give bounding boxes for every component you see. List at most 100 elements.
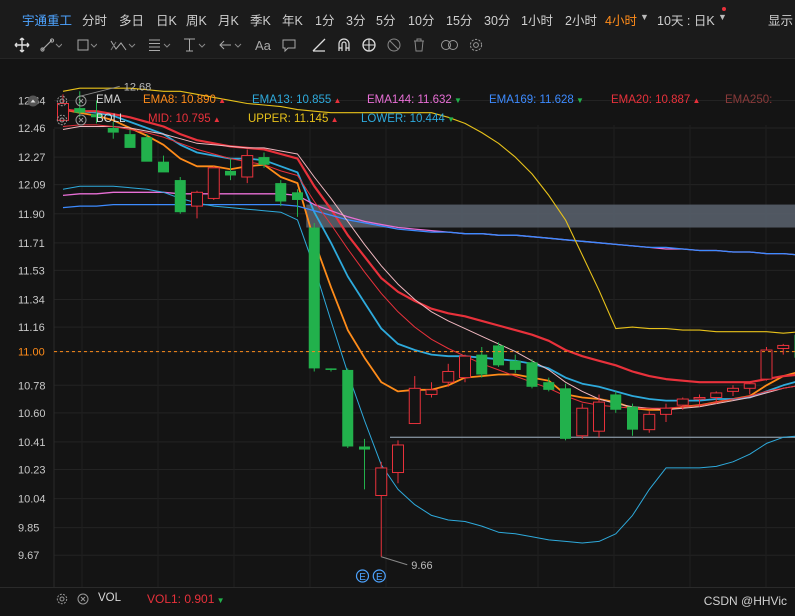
boll-label-0: MID: [148, 113, 173, 125]
ema-settings-icon[interactable] [56, 95, 68, 107]
ema-value-1: 10.855 [292, 94, 332, 106]
timeframe-15[interactable]: 4小时 [605, 10, 637, 29]
ytick-label-2: 12.27 [18, 152, 46, 164]
fibonacci-tool-icon[interactable] [147, 37, 171, 55]
timeframe-0[interactable]: 分时 [82, 10, 107, 29]
ema-value-0: 10.890 [177, 94, 216, 106]
arrow-tool-icon[interactable] [218, 37, 242, 55]
candle-body-17 [342, 369, 354, 447]
boll-label-1: UPPER: [248, 113, 291, 125]
ytick-label-4: 11.90 [18, 209, 45, 221]
candle-body-33 [610, 394, 622, 410]
vol-close-icon[interactable] [77, 593, 89, 605]
timeframe-13[interactable]: 1小时 [521, 10, 553, 29]
notification-dot [722, 7, 726, 11]
toolbar-settings-icon[interactable] [468, 37, 484, 55]
ema-up-arrow-icon-4: ▲ [690, 96, 701, 105]
vol-legend-item-0: VOL1: 0.901 ▼ [147, 592, 225, 606]
timeframe-10[interactable]: 10分 [408, 10, 434, 29]
boll-settings-icon[interactable] [56, 114, 68, 126]
event-marker-label-1: E [376, 572, 383, 583]
vol-settings-icon[interactable] [56, 593, 68, 605]
ema-label-4: EMA20: [611, 94, 652, 106]
wave-tool-icon[interactable] [110, 37, 136, 55]
extra-dropdown-icon[interactable]: ▼ [718, 12, 727, 22]
candle-body-31 [576, 407, 589, 437]
candle-body-28 [526, 362, 538, 387]
candle-body-6 [158, 161, 169, 173]
ytick-label-14: 10.04 [18, 494, 46, 506]
ytick-label-7: 11.34 [18, 295, 45, 307]
timeframe-1[interactable]: 多日 [119, 10, 144, 29]
series-line-ema250 [62, 126, 795, 411]
candle-body-32 [593, 401, 605, 432]
boll-value-2: 10.444 [406, 113, 445, 125]
ema-value-2: 11.632 [414, 94, 452, 106]
hide-drawing-icon[interactable] [386, 37, 402, 55]
timeframe-14[interactable]: 2小时 [565, 10, 597, 29]
low-marker-label: 9.66 [411, 560, 432, 572]
series-line-lower [62, 185, 795, 544]
timeframe-8[interactable]: 3分 [346, 10, 365, 29]
candle-body-9 [207, 167, 220, 199]
crosshair-move-icon[interactable] [14, 37, 30, 55]
candle-body-29 [543, 382, 555, 390]
comment-tool-icon[interactable] [281, 37, 297, 55]
magnet-icon[interactable] [336, 37, 352, 55]
ema-label-3: EMA169: [489, 94, 537, 106]
candle-body-26 [493, 345, 504, 366]
candle-body-34 [627, 406, 638, 430]
candle-body-15 [308, 227, 320, 369]
ema-legend: EMA EMA8: 10.890 ▲ EMA13: 10.855 ▲ EMA144:… [0, 92, 795, 110]
candle-body-25 [476, 354, 488, 375]
candle-body-41 [743, 383, 756, 389]
trendline-tool-icon[interactable] [40, 37, 62, 55]
ema-value-4: 10.887 [651, 94, 691, 106]
timeframe-12[interactable]: 30分 [484, 10, 510, 29]
timeframe-5[interactable]: 季K [250, 10, 271, 29]
display-button[interactable]: 显示 [768, 10, 793, 29]
pitchfork-tool-icon[interactable] [182, 37, 206, 55]
compare-icon[interactable] [440, 37, 460, 55]
ytick-label-15: 9.85 [18, 523, 39, 535]
chart-area[interactable]: 12.6412.4612.2712.0911.9011.7111.5311.34… [0, 59, 795, 616]
series-line-mid [62, 124, 795, 409]
timeframe-11[interactable]: 15分 [446, 10, 472, 29]
candle-body-40 [727, 387, 739, 392]
timeframe-4[interactable]: 月K [218, 10, 239, 29]
candle-body-20 [392, 444, 404, 474]
ema-legend-item-1: EMA13: 10.855 ▲ [252, 94, 341, 106]
lock-drawing-icon[interactable] [361, 37, 377, 55]
timeframe-9[interactable]: 5分 [376, 10, 395, 29]
extra-timeframe-dropdown[interactable]: 10天 : 日K [657, 10, 715, 29]
ema-close-icon[interactable] [75, 95, 87, 107]
series-line-ema20 [62, 108, 795, 384]
price-chart[interactable]: 12.6412.4612.2712.0911.9011.7111.5311.34… [0, 59, 795, 616]
current-price-label: 11.00 [18, 347, 45, 359]
collapse-icon[interactable] [27, 95, 39, 107]
ema-name: EMA [96, 94, 121, 106]
ytick-label-12: 10.41 [18, 437, 46, 449]
boll-close-icon[interactable] [75, 114, 87, 126]
timeframe-3[interactable]: 周K [186, 10, 207, 29]
stock-name[interactable]: 宇通重工 [22, 10, 72, 29]
ema-up-arrow-icon-0: ▲ [215, 96, 227, 105]
low-marker-leader [381, 556, 408, 566]
ytick-label-6: 11.53 [18, 265, 45, 277]
rectangle-tool-icon[interactable] [75, 37, 97, 55]
candle-body-4 [124, 134, 136, 148]
boll-up-arrow-icon-1: ▲ [328, 115, 339, 124]
candle-body-19 [375, 467, 388, 496]
candle-body-23 [442, 370, 455, 383]
timeframe-6[interactable]: 年K [282, 10, 303, 29]
timeframe-7[interactable]: 1分 [315, 10, 334, 29]
ytick-label-13: 10.23 [18, 464, 46, 476]
text-tool-icon[interactable]: Aa [255, 37, 271, 55]
delete-drawing-icon[interactable] [411, 37, 427, 55]
timeframe-dropdown-icon[interactable]: ▼ [640, 12, 649, 22]
volume-legend: VOL VOL1: 0.901 ▼ [0, 587, 795, 610]
ruler-tool-icon[interactable] [311, 37, 327, 55]
boll-value-0: 10.795 [172, 113, 211, 125]
timeframe-2[interactable]: 日K [156, 10, 177, 29]
ema-legend-item-4: EMA20: 10.887 ▲ [611, 94, 700, 106]
